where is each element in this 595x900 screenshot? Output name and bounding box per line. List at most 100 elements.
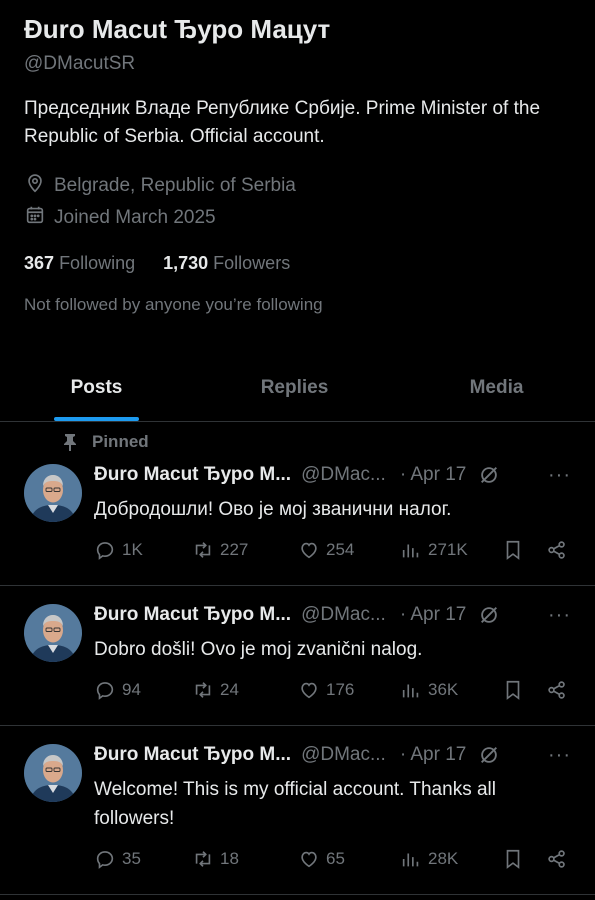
like-button[interactable]: 65	[298, 848, 345, 870]
avatar[interactable]	[24, 604, 82, 662]
views-count: 36K	[428, 680, 459, 699]
avatar[interactable]	[24, 744, 82, 802]
bookmark-icon	[502, 848, 524, 870]
reply-icon	[94, 539, 116, 561]
post-actions: 35 18 65 28K	[94, 848, 574, 878]
profile-joined: Joined March 2025	[24, 204, 216, 232]
share-icon	[546, 539, 568, 561]
views-count: 271K	[428, 540, 468, 559]
post-date[interactable]: · Apr 17	[400, 744, 467, 766]
followers-link[interactable]: 1,730 Followers	[163, 253, 290, 274]
post-header: Đuro Macut Ђуро М... @DMac... · Apr 17 ·…	[94, 464, 577, 486]
views-icon	[400, 539, 422, 561]
views-button[interactable]: 271K	[400, 539, 468, 561]
post-text: Dobro došli! Ovo je moj zvanični nalog.	[94, 639, 423, 660]
reply-button[interactable]: 1K	[94, 539, 143, 561]
grok-icon[interactable]	[478, 464, 500, 486]
heart-icon	[298, 539, 320, 561]
grok-icon[interactable]	[478, 744, 500, 766]
reply-count: 35	[122, 849, 141, 868]
more-options-icon[interactable]: ···	[548, 744, 571, 767]
share-button[interactable]	[546, 539, 568, 561]
active-tab-indicator	[54, 417, 139, 421]
repost-count: 227	[220, 540, 249, 559]
like-count: 65	[326, 849, 345, 868]
share-icon	[546, 848, 568, 870]
share-icon	[546, 679, 568, 701]
location-text: Belgrade, Republic of Serbia	[54, 175, 296, 196]
views-button[interactable]: 28K	[400, 848, 458, 870]
tab-posts[interactable]: Posts	[24, 355, 169, 421]
share-button[interactable]	[546, 848, 568, 870]
like-button[interactable]: 254	[298, 539, 354, 561]
repost-button[interactable]: 18	[192, 848, 239, 870]
post-actions: 94 24 176 36K	[94, 679, 574, 709]
post-author-name[interactable]: Đuro Macut Ђуро М...	[94, 604, 291, 626]
like-count: 176	[326, 680, 355, 699]
tab-media[interactable]: Media	[424, 355, 569, 421]
views-icon	[400, 679, 422, 701]
post-author-handle[interactable]: @DMac...	[301, 604, 386, 626]
reply-icon	[94, 848, 116, 870]
joined-text: Joined March 2025	[54, 207, 216, 228]
post-text: Welcome! This is my official account. Th…	[94, 779, 496, 829]
following-link[interactable]: 367 Following	[24, 253, 135, 274]
bookmark-button[interactable]	[502, 679, 524, 701]
location-pin-icon	[24, 172, 46, 200]
pinned-label: Pinned	[92, 432, 149, 451]
repost-icon	[192, 848, 214, 870]
pin-icon	[64, 434, 76, 451]
following-label: Following	[59, 253, 136, 273]
profile-tabs: Posts Replies Media	[0, 355, 595, 422]
reply-count: 1K	[122, 540, 143, 559]
share-button[interactable]	[546, 679, 568, 701]
like-button[interactable]: 176	[298, 679, 354, 701]
profile-stats: 367 Following 1,730 Followers	[24, 253, 290, 274]
bookmark-icon	[502, 539, 524, 561]
views-button[interactable]: 36K	[400, 679, 458, 701]
reply-count: 94	[122, 680, 141, 699]
repost-count: 18	[220, 849, 239, 868]
bookmark-button[interactable]	[502, 848, 524, 870]
more-options-icon[interactable]: ···	[548, 604, 571, 627]
post-actions: 1K 227 254 271K	[94, 539, 574, 569]
profile-display-name: Đuro Macut Ђуро Мацут	[24, 14, 331, 44]
post-author-handle[interactable]: @DMac...	[301, 464, 386, 486]
followers-label: Followers	[213, 253, 291, 273]
profile-bio: Председник Владе Републике Србије. Prime…	[24, 98, 541, 147]
post-item[interactable]: Pinned Đuro Macut Ђуро М... @DMac... · A…	[0, 422, 595, 586]
repost-icon	[192, 679, 214, 701]
reply-button[interactable]: 35	[94, 848, 141, 870]
views-icon	[400, 848, 422, 870]
post-header: Đuro Macut Ђуро М... @DMac... · Apr 17 ·…	[94, 744, 577, 766]
profile-handle: @DMacutSR	[24, 53, 136, 74]
following-count: 367	[24, 253, 55, 273]
grok-icon[interactable]	[478, 604, 500, 626]
followers-count: 1,730	[163, 253, 209, 273]
post-author-name[interactable]: Đuro Macut Ђуро М...	[94, 464, 291, 486]
not-followed-notice: Not followed by anyone you’re following	[24, 295, 323, 314]
more-options-icon[interactable]: ···	[548, 464, 571, 487]
post-date[interactable]: · Apr 17	[400, 464, 467, 486]
post-header: Đuro Macut Ђуро М... @DMac... · Apr 17 ·…	[94, 604, 577, 626]
heart-icon	[298, 679, 320, 701]
avatar[interactable]	[24, 464, 82, 522]
repost-button[interactable]: 227	[192, 539, 248, 561]
bookmark-icon	[502, 679, 524, 701]
reply-icon	[94, 679, 116, 701]
post-author-name[interactable]: Đuro Macut Ђуро М...	[94, 744, 291, 766]
profile-location: Belgrade, Republic of Serbia	[24, 172, 296, 200]
post-date[interactable]: · Apr 17	[400, 604, 467, 626]
reply-button[interactable]: 94	[94, 679, 141, 701]
like-count: 254	[326, 540, 355, 559]
pinned-indicator: Pinned	[62, 432, 149, 452]
repost-button[interactable]: 24	[192, 679, 239, 701]
views-count: 28K	[428, 849, 459, 868]
tab-replies[interactable]: Replies	[222, 355, 367, 421]
post-item[interactable]: Đuro Macut Ђуро М... @DMac... · Apr 17 ·…	[0, 586, 595, 726]
bookmark-button[interactable]	[502, 539, 524, 561]
repost-count: 24	[220, 680, 239, 699]
post-author-handle[interactable]: @DMac...	[301, 744, 386, 766]
post-item[interactable]: Đuro Macut Ђуро М... @DMac... · Apr 17 ·…	[0, 726, 595, 895]
calendar-icon	[24, 204, 46, 232]
